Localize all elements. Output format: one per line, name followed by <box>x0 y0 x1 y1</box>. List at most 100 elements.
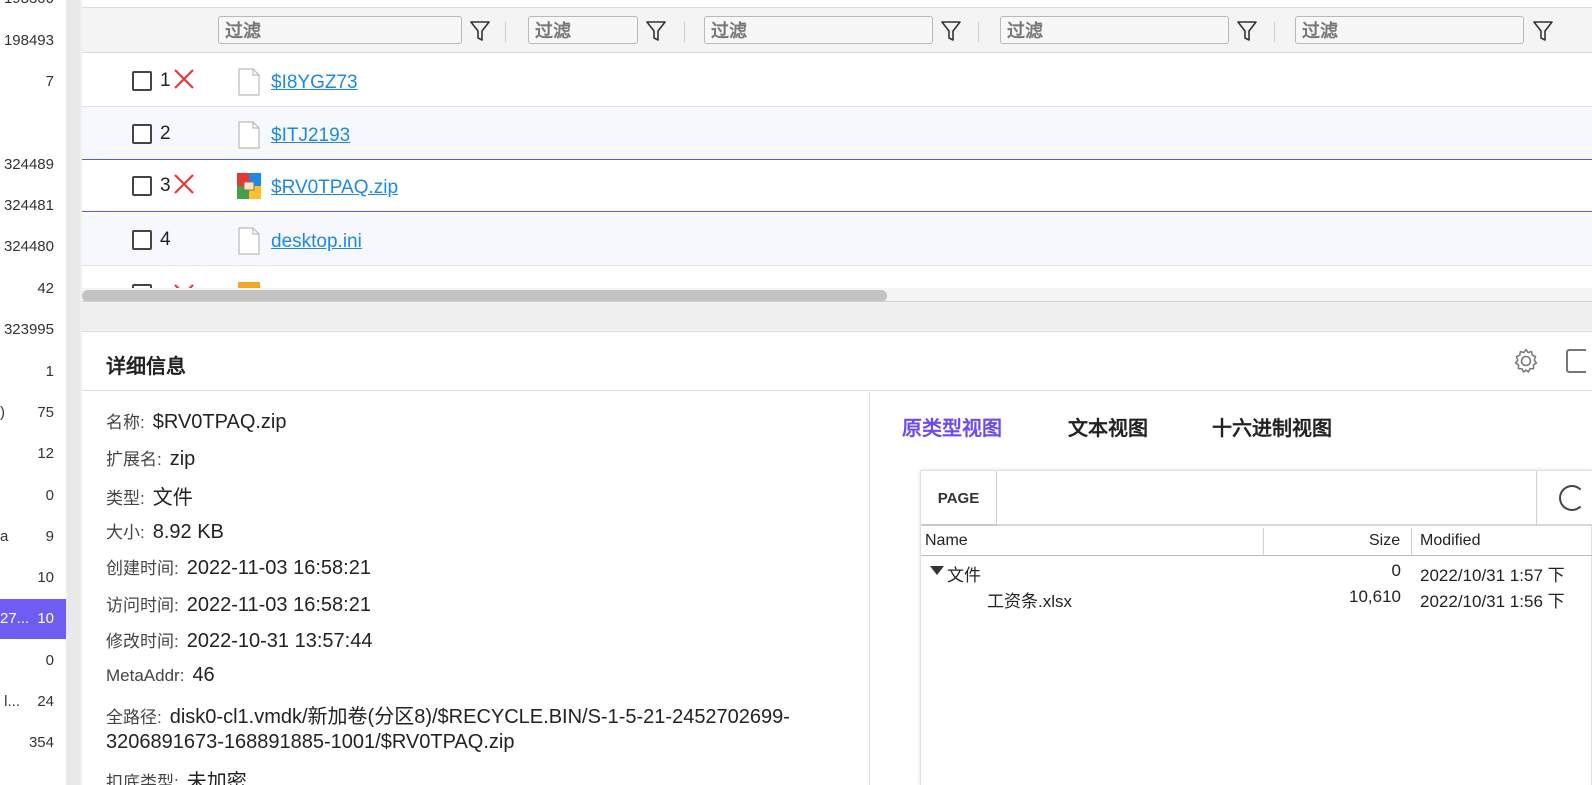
filter-row <box>82 7 1592 53</box>
file-name-link[interactable]: $RV0TPAQ.zip <box>271 177 398 199</box>
file-name-link[interactable]: $ITJ2193 <box>271 125 350 147</box>
blank-file-icon <box>238 121 260 149</box>
filter-funnel-icon[interactable] <box>1532 19 1554 43</box>
filter-input-col4[interactable] <box>1000 16 1229 44</box>
field-value: 文件 <box>152 487 193 509</box>
tab-native-view[interactable]: 原类型视图 <box>902 412 1002 441</box>
left-list-item[interactable]: a9 <box>0 517 66 557</box>
left-list-item[interactable]: 324489 <box>0 145 66 185</box>
column-separator[interactable] <box>1411 528 1412 556</box>
left-list-item[interactable]: 0 <box>0 476 66 516</box>
column-separator[interactable] <box>978 22 979 42</box>
archive-column-header: Name Size Modified <box>921 528 1592 556</box>
item-count: 354 <box>28 734 54 751</box>
row-checkbox[interactable] <box>132 230 152 250</box>
tab-hex-view[interactable]: 十六进制视图 <box>1212 412 1332 441</box>
field-label: 访问时间: <box>106 596 179 615</box>
item-label: 27... <box>0 610 30 627</box>
file-name-link[interactable]: desktop.ini <box>271 231 362 253</box>
filter-input-name[interactable] <box>218 16 462 44</box>
filter-funnel-icon[interactable] <box>1236 19 1258 43</box>
page-button[interactable]: PAGE <box>921 471 997 526</box>
filter-funnel-icon[interactable] <box>940 19 962 43</box>
item-count: 42 <box>37 280 54 297</box>
tab-text-view[interactable]: 文本视图 <box>1068 412 1148 441</box>
info-field-created: 创建时间: 2022-11-03 16:58:21 <box>106 554 371 580</box>
item-count: 324480 <box>3 238 54 255</box>
left-list-item[interactable]: 354 <box>0 723 66 763</box>
filter-funnel-icon[interactable] <box>645 19 667 43</box>
file-info-pane: 名称: $RV0TPAQ.zip 扩展名: zip 类型: 文件 大小: 8.92 KB… <box>82 392 870 785</box>
info-field-fullpath: 全路径: disk0-cl1.vmdk/新加卷(分区8)/$RECYCLE.BIN… <box>106 700 790 729</box>
filter-funnel-icon[interactable] <box>469 19 491 43</box>
item-count: 0 <box>45 652 54 669</box>
entry-modified: 2022/10/31 1:56 下 <box>1420 592 1565 611</box>
table-row[interactable]: 1 $I8YGZ73 <box>82 54 1592 107</box>
left-list-item[interactable]: 7 <box>0 62 66 102</box>
blank-file-icon <box>238 227 260 255</box>
deleted-x-icon <box>174 69 194 89</box>
filter-input-col5[interactable] <box>1295 16 1524 44</box>
file-table: 1 $I8YGZ73 2 $ITJ2193 3 $RV0TPAQ.zip <box>82 0 1592 302</box>
left-list-item[interactable]: 198493 <box>0 21 66 61</box>
left-list-item[interactable]: 324481 <box>0 186 66 226</box>
column-separator[interactable] <box>684 22 685 42</box>
blank-file-icon <box>238 68 260 96</box>
left-list-item[interactable]: ) 75 <box>0 393 66 433</box>
left-count-list: 198300 198493 7 324489 324481 324480 42 … <box>0 0 66 785</box>
horizontal-scrollbar-thumb[interactable] <box>82 290 887 301</box>
column-header-name[interactable]: Name <box>925 532 968 550</box>
left-list-item[interactable] <box>0 103 66 143</box>
item-count: 324489 <box>3 156 54 173</box>
row-checkbox[interactable] <box>132 124 152 144</box>
left-list-item[interactable]: 12 <box>0 434 66 474</box>
filter-input-col2[interactable] <box>528 16 638 44</box>
field-label: 扣底类型: <box>106 773 179 785</box>
field-label: 名称: <box>106 413 145 432</box>
left-list-item[interactable]: 323995 <box>0 310 66 350</box>
archive-file-row[interactable]: 工资条.xlsx 10,610 2022/10/31 1:56 下 <box>921 584 1592 611</box>
gear-icon[interactable] <box>1512 347 1540 375</box>
left-list-item[interactable]: 198300 <box>0 0 66 19</box>
left-list-item[interactable]: l... 24 <box>0 682 66 722</box>
field-value: 未加密 <box>186 771 247 785</box>
column-separator[interactable] <box>505 22 506 42</box>
item-count: 7 <box>45 73 54 90</box>
table-row[interactable]: 4 desktop.ini <box>82 213 1592 266</box>
column-header-size[interactable]: Size <box>1369 532 1400 550</box>
info-field-size: 大小: 8.92 KB <box>106 518 224 544</box>
left-list-item[interactable]: 0 <box>0 641 66 681</box>
left-list-item-active[interactable]: 27... 10 <box>0 599 66 639</box>
field-value: zip <box>169 448 196 470</box>
left-list-item[interactable]: 42 <box>0 269 66 309</box>
archive-folder-row[interactable]: 文件 0 2022/10/31 1:57 下 <box>921 558 1592 585</box>
entry-size: 10,610 <box>1349 587 1401 606</box>
column-header-modified[interactable]: Modified <box>1420 532 1480 550</box>
column-separator[interactable] <box>1263 528 1264 556</box>
left-list-item[interactable]: 10 <box>0 558 66 598</box>
item-count: 10 <box>37 610 54 627</box>
left-scrollbar[interactable] <box>66 0 80 785</box>
entry-size: 0 <box>1391 561 1401 580</box>
refresh-button[interactable] <box>1536 471 1592 526</box>
expand-triangle-icon[interactable] <box>930 566 944 575</box>
filter-input-col3[interactable] <box>704 16 933 44</box>
field-value: 8.92 KB <box>152 521 224 543</box>
item-count: 9 <box>45 528 54 545</box>
row-checkbox[interactable] <box>132 176 152 196</box>
field-value: 2022-10-31 13:57:44 <box>186 630 373 652</box>
file-name-link[interactable]: $I8YGZ73 <box>271 72 358 94</box>
table-row[interactable]: 2 $ITJ2193 <box>82 107 1592 160</box>
table-row-selected[interactable]: 3 $RV0TPAQ.zip <box>82 159 1592 212</box>
details-header: 详细信息 <box>82 332 1592 391</box>
details-title: 详细信息 <box>106 356 186 378</box>
column-separator[interactable] <box>1274 22 1275 42</box>
field-value: $RV0TPAQ.zip <box>152 411 287 433</box>
field-value-continued: 3206891673-168891885-1001/$RV0TPAQ.zip <box>106 731 515 753</box>
app-window: { "left_list": [ {"prefix": "", "value":… <box>0 0 1592 785</box>
left-list-item[interactable]: 1 <box>0 352 66 392</box>
left-list-item[interactable]: 324480 <box>0 227 66 267</box>
panel-toggle-icon[interactable] <box>1566 349 1586 373</box>
deleted-x-icon <box>174 174 194 194</box>
row-checkbox[interactable] <box>132 71 152 91</box>
